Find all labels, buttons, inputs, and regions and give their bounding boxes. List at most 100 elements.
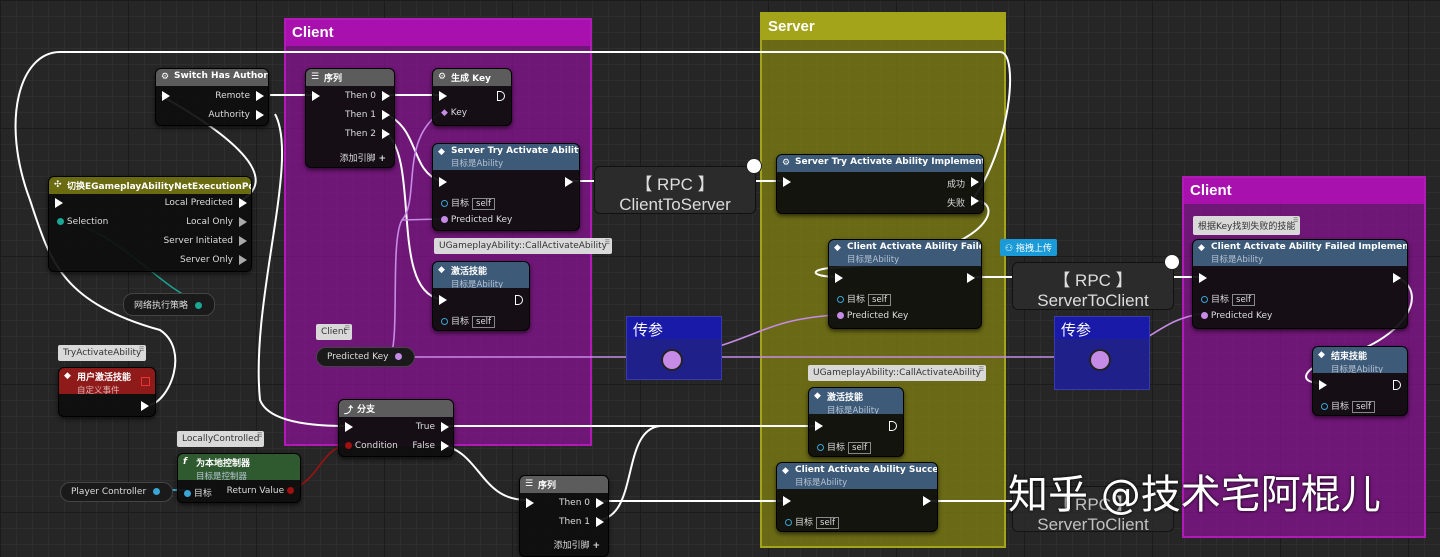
true-pin[interactable] [441, 422, 449, 432]
remote-label: Remote [215, 91, 250, 101]
target-pin[interactable]: 目标 self [1201, 292, 1256, 306]
exec-in-pin[interactable] [439, 91, 447, 101]
bool-pin-icon [345, 442, 352, 449]
selection-pin[interactable]: Selection [57, 217, 108, 227]
event-icon: ⚙ [782, 158, 791, 168]
end-ability-node[interactable]: ◆ 结束技能 目标是Ability 目标 self [1312, 346, 1408, 416]
remote-exec-pin[interactable] [256, 91, 264, 101]
param-comment-2[interactable]: 传参 [1054, 316, 1150, 390]
add-pin-button[interactable]: 添加引脚 + [340, 151, 386, 164]
node-header: f 为本地控制器 目标是控制器 [178, 454, 300, 480]
exec-out-pin[interactable] [141, 401, 149, 411]
exec-out-pin[interactable] [967, 273, 975, 283]
target-pin[interactable]: 目标 self [441, 314, 496, 328]
reroute-node[interactable] [1089, 349, 1111, 371]
exec-out-pin[interactable] [497, 91, 505, 101]
exec-out-pin[interactable] [889, 421, 897, 431]
node-header: ◆ Client Activate Ability Failed Implemen… [1193, 240, 1407, 266]
delegate-pin[interactable] [141, 377, 150, 386]
node-title: Switch Has Authority [174, 71, 268, 81]
success-pin[interactable] [971, 177, 979, 187]
node-title: 激活技能 [451, 267, 488, 277]
param-comment-1[interactable]: 传参 [626, 316, 722, 380]
then2-pin[interactable] [382, 129, 390, 139]
reroute-node[interactable] [661, 349, 683, 371]
server-try-activate-ability-node[interactable]: ◆ Server Try Activate Ability 目标是Ability 目… [432, 143, 580, 231]
exec-out-pin[interactable] [565, 177, 573, 187]
exec-in-pin[interactable] [783, 177, 791, 187]
custom-event-node[interactable]: ◆ 用户激活技能 自定义事件 [58, 367, 156, 417]
activate-ability-node-2[interactable]: ◆ 激活技能 目标是Ability 目标 self [808, 387, 904, 457]
exec-in-pin[interactable] [162, 91, 170, 101]
exec-out-pin[interactable] [1393, 273, 1401, 283]
exec-out-pin[interactable] [1393, 380, 1401, 390]
key-pin[interactable]: ◆ Key [441, 108, 467, 118]
exec-in-pin[interactable] [55, 198, 63, 208]
then1-pin[interactable] [382, 110, 390, 120]
gen-key-node[interactable]: ⚙ 生成 Key ◆ Key [432, 68, 512, 126]
net-execution-policy-variable[interactable]: 网络执行策略 [123, 293, 215, 316]
target-pin[interactable]: 目标 self [785, 515, 840, 529]
target-pin[interactable]: 目标 [184, 486, 212, 499]
exec-in-pin[interactable] [345, 422, 353, 432]
object-pin-icon [1321, 403, 1328, 410]
is-local-controller-node[interactable]: f 为本地控制器 目标是控制器 目标 Return Value [177, 453, 301, 503]
exec-in-pin[interactable] [526, 498, 534, 508]
fail-pin[interactable] [971, 196, 979, 206]
server-only-pin[interactable] [239, 255, 247, 265]
server-initiated-label: Server Initiated [163, 236, 233, 246]
local-only-pin[interactable] [239, 217, 247, 227]
exec-in-pin[interactable] [1199, 273, 1207, 283]
drag-upload-badge[interactable]: ⚇ 拖拽上传 [1000, 239, 1057, 256]
node-header: ◆ Server Try Activate Ability 目标是Ability [433, 144, 579, 170]
player-controller-variable[interactable]: Player Controller [60, 482, 174, 502]
exec-in-pin[interactable] [783, 496, 791, 506]
server-initiated-pin[interactable] [239, 236, 247, 246]
rpc-server-to-client-node[interactable]: 【 RPC 】 ServerToClient [1012, 262, 1174, 310]
return-value-pin[interactable]: Return Value [227, 486, 294, 496]
false-pin[interactable] [441, 441, 449, 451]
rpc-client-to-server-node[interactable]: 【 RPC 】 ClientToServer [594, 166, 756, 214]
server-try-activate-impl-node[interactable]: ⚙ Server Try Activate Ability Implementat… [776, 154, 984, 214]
target-pin[interactable]: 目标 self [817, 440, 872, 454]
predicted-key-pin[interactable]: Predicted Key [441, 215, 512, 225]
exec-in-pin[interactable] [1319, 380, 1327, 390]
local-predicted-pin[interactable] [239, 198, 247, 208]
switch-has-authority-node[interactable]: ⚙ Switch Has Authority Remote Authority [155, 68, 269, 126]
client-activate-ability-failed-node[interactable]: ◆ Client Activate Ability Failed 目标是Abilit… [828, 239, 982, 329]
exec-in-pin[interactable] [835, 273, 843, 283]
exec-out-pin[interactable] [515, 295, 523, 305]
exec-in-pin[interactable] [439, 177, 447, 187]
authority-exec-pin[interactable] [256, 110, 264, 120]
then0-pin[interactable] [382, 91, 390, 101]
node-header: ◆ 激活技能 目标是Ability [809, 388, 903, 414]
then1-pin[interactable] [596, 517, 604, 527]
fail-label: 失败 [946, 199, 965, 209]
then0-pin[interactable] [596, 498, 604, 508]
client-activate-ability-succeed-node[interactable]: ◆ Client Activate Ability Succeed 目标是Abili… [776, 462, 938, 532]
plus-icon: + [378, 154, 386, 164]
predicted-key-pin[interactable]: Predicted Key [1201, 311, 1272, 321]
self-value: self [816, 517, 840, 529]
target-pin[interactable]: 目标 self [1321, 399, 1376, 413]
target-pin[interactable]: 目标 self [441, 196, 496, 210]
sequence-node-1[interactable]: ☰ 序列 Then 0 Then 1 Then 2 添加引脚 + [305, 68, 395, 168]
client-failed-impl-node[interactable]: ◆ Client Activate Ability Failed Implemen… [1192, 239, 1408, 329]
exec-in-pin[interactable] [815, 421, 823, 431]
node-subtitle: 目标是Ability [1331, 365, 1384, 373]
node-header: ✣ 切换EGameplayAbilityNetExecutionPolicy [49, 177, 251, 194]
switch-execution-policy-node[interactable]: ✣ 切换EGameplayAbilityNetExecutionPolicy Se… [48, 176, 252, 272]
condition-pin[interactable]: Condition [345, 441, 398, 451]
predicted-key-variable[interactable]: Predicted Key [316, 347, 416, 367]
activate-ability-node-1[interactable]: ◆ 激活技能 目标是Ability 目标 self [432, 261, 530, 331]
predicted-key-pin[interactable]: Predicted Key [837, 311, 908, 321]
exec-out-pin[interactable] [923, 496, 931, 506]
sequence-node-2[interactable]: ☰ 序列 Then 0 Then 1 添加引脚 + [519, 475, 609, 557]
exec-in-pin[interactable] [439, 295, 447, 305]
exec-in-pin[interactable] [312, 91, 320, 101]
self-value: self [472, 198, 496, 210]
branch-node[interactable]: ⤴ 分支 True Condition False [338, 399, 454, 457]
target-pin[interactable]: 目标 self [837, 292, 892, 306]
add-pin-button[interactable]: 添加引脚 + [554, 538, 600, 551]
success-label: 成功 [946, 180, 965, 190]
